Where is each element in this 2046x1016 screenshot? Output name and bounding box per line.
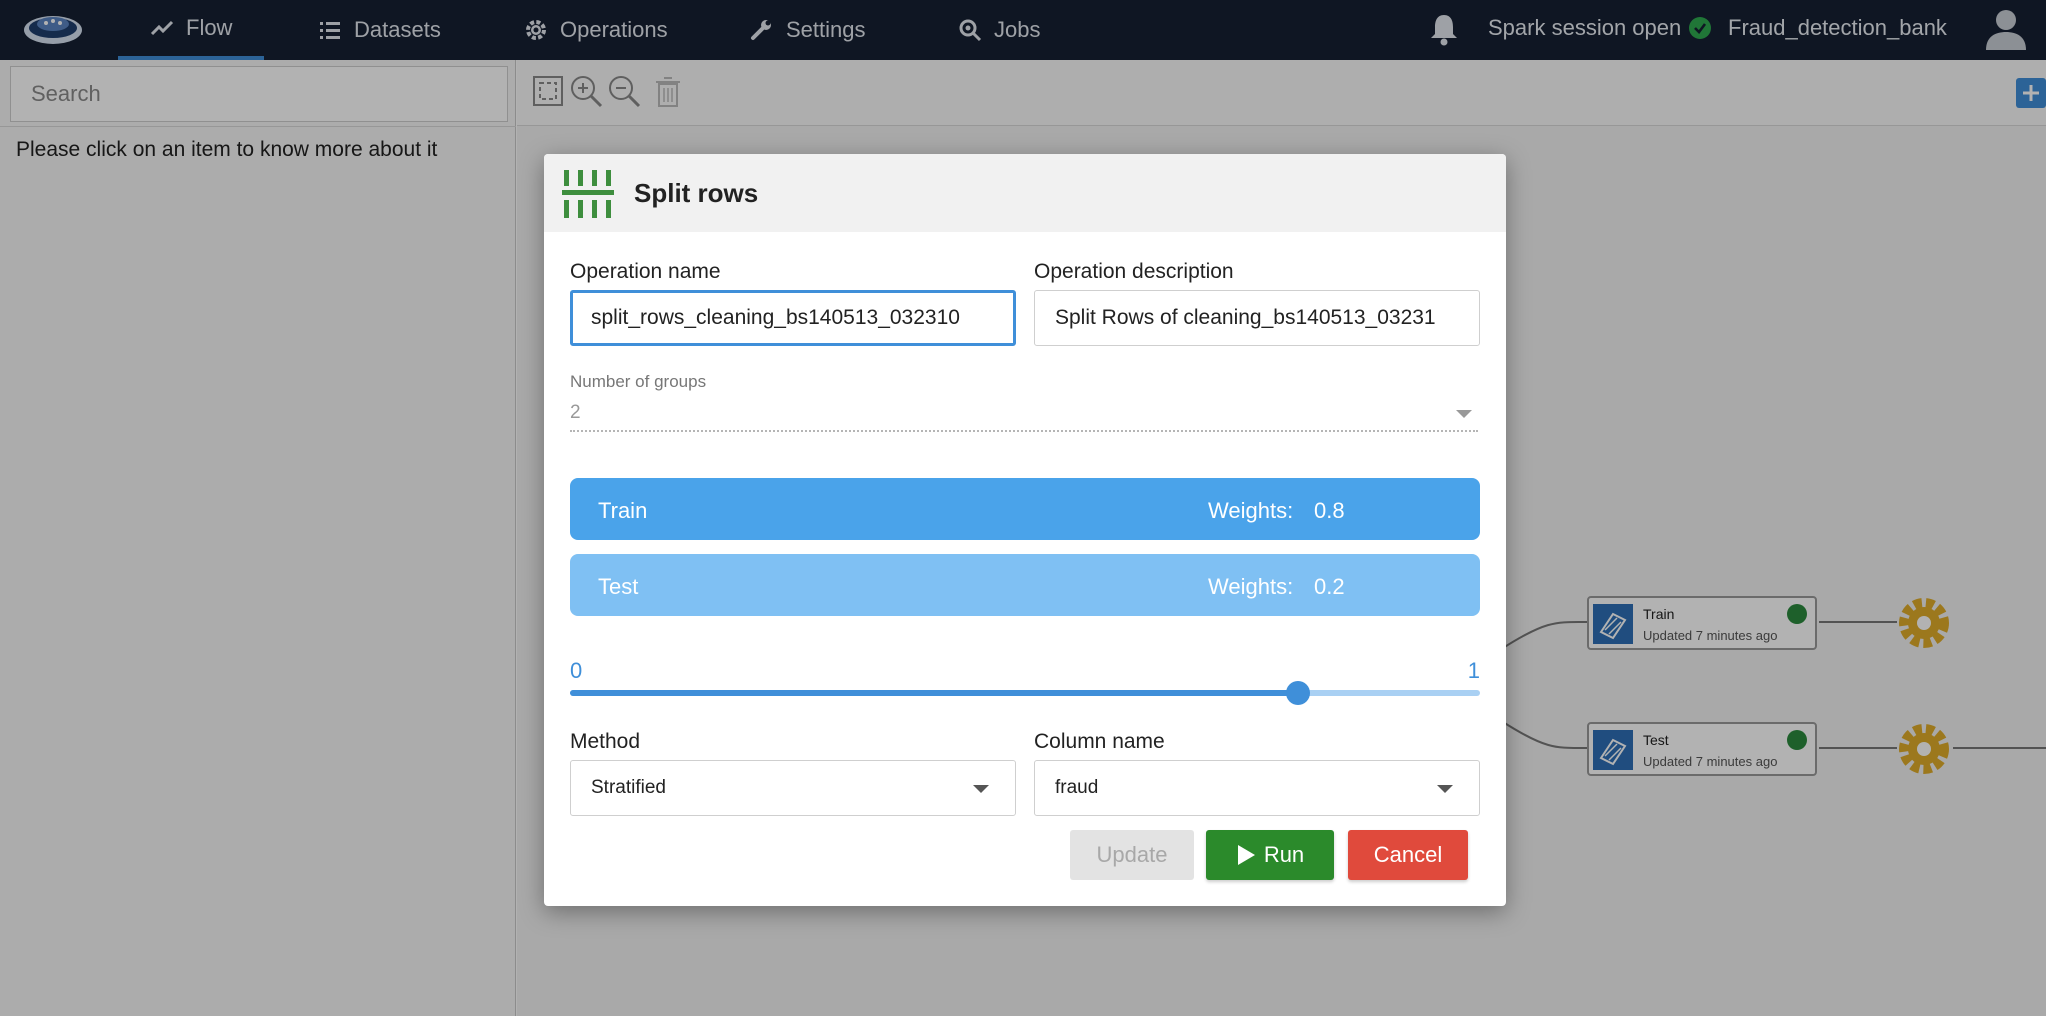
operation-description-label: Operation description: [1034, 260, 1234, 283]
weight-value[interactable]: 0.8: [1314, 498, 1345, 524]
number-of-groups-select[interactable]: 2: [570, 398, 1478, 432]
play-icon: [1237, 845, 1255, 865]
split-ratio-slider[interactable]: [570, 681, 1480, 705]
weight-value[interactable]: 0.2: [1314, 574, 1345, 600]
slider-thumb[interactable]: [1286, 681, 1310, 705]
run-button[interactable]: Run: [1206, 830, 1334, 880]
operation-name-label: Operation name: [570, 260, 721, 283]
split-rows-icon: [562, 170, 614, 218]
group-name: Test: [598, 574, 639, 599]
weights-label: Weights:: [1208, 498, 1294, 523]
dialog-title: Split rows: [634, 178, 759, 208]
operation-description-input[interactable]: [1034, 290, 1480, 346]
slider-min-label: 0: [570, 658, 583, 683]
column-name-value: fraud: [1055, 777, 1099, 798]
weights-label: Weights:: [1208, 574, 1294, 599]
number-of-groups-value: 2: [570, 402, 581, 423]
method-value: Stratified: [591, 777, 666, 798]
split-rows-dialog: Split rows Operation name Operation desc…: [544, 154, 1506, 906]
chevron-down-icon: [973, 785, 989, 793]
column-name-select[interactable]: fraud: [1034, 760, 1480, 816]
update-button[interactable]: Update: [1070, 830, 1194, 880]
number-of-groups-label: Number of groups: [570, 372, 707, 391]
group-row-test[interactable]: Test Weights: 0.2: [570, 554, 1480, 616]
cancel-button[interactable]: Cancel: [1348, 830, 1468, 880]
update-button-label: Update: [1096, 842, 1168, 867]
method-select[interactable]: Stratified: [570, 760, 1016, 816]
chevron-down-icon: [1456, 410, 1472, 418]
group-row-train[interactable]: Train Weights: 0.8: [570, 478, 1480, 540]
method-label: Method: [570, 730, 641, 753]
cancel-button-label: Cancel: [1373, 842, 1443, 867]
group-name: Train: [598, 498, 648, 523]
operation-name-input[interactable]: [570, 290, 1016, 346]
slider-max-label: 1: [1467, 658, 1480, 683]
run-button-label: Run: [1263, 842, 1305, 867]
chevron-down-icon: [1437, 785, 1453, 793]
dialog-header: Split rows: [544, 154, 1506, 232]
slider-fill: [570, 690, 1298, 696]
column-name-label: Column name: [1034, 730, 1165, 753]
